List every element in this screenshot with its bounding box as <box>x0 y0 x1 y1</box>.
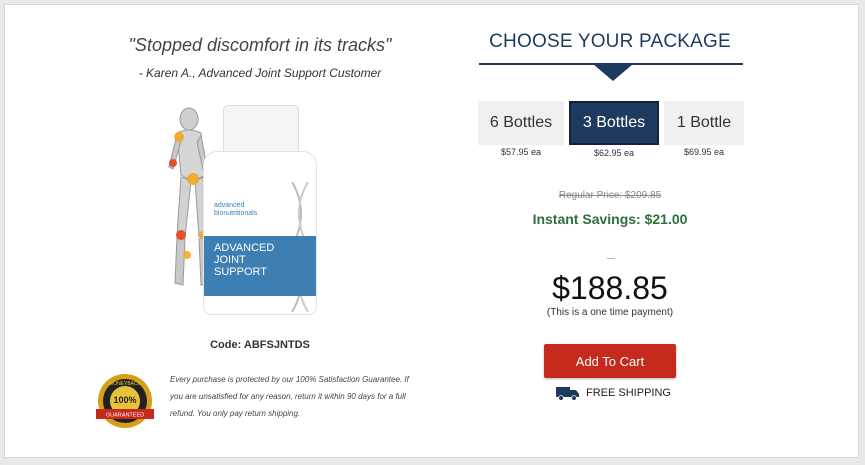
price-each-3: $62.95 ea <box>593 148 635 158</box>
product-bottle: advanced bionutritionals ADVANCED JOINT … <box>195 105 325 315</box>
divider <box>607 258 615 259</box>
package-title: CHOOSE YOUR PACKAGE <box>489 31 731 52</box>
add-to-cart-button[interactable]: Add To Cart <box>544 344 676 378</box>
instant-savings: Instant Savings: $21.00 <box>532 211 688 227</box>
title-arrow <box>593 64 633 81</box>
svg-text:MONEYBACK: MONEYBACK <box>109 381 142 387</box>
bottle-body: advanced bionutritionals ADVANCED JOINT … <box>203 151 317 315</box>
truck-icon <box>556 387 579 401</box>
package-option-3-bottles[interactable]: 3 Bottles <box>569 101 659 145</box>
bottle-brand: advanced bionutritionals <box>214 202 258 217</box>
svg-text:100%: 100% <box>113 395 136 405</box>
product-code: Code: ABFSJNTDS <box>210 339 310 351</box>
total-price: $188.85 <box>552 270 668 306</box>
package-option-6-bottles[interactable]: 6 Bottles <box>478 101 564 145</box>
regular-price: Regular Price: $209.85 <box>558 190 662 201</box>
svg-text:GUARANTEED: GUARANTEED <box>106 413 144 419</box>
price-each-6: $57.95 ea <box>500 147 542 157</box>
testimonial-author: - Karen A., Advanced Joint Support Custo… <box>138 66 382 80</box>
bottle-label: ADVANCED JOINT SUPPORT <box>204 236 316 296</box>
payment-note: (This is a one time payment) <box>546 307 674 318</box>
free-shipping: FREE SHIPPING <box>556 385 671 401</box>
testimonial-quote: "Stopped discomfort in its tracks" <box>128 35 392 55</box>
free-shipping-label: FREE SHIPPING <box>586 387 671 399</box>
guarantee-text: Every purchase is protected by our 100% … <box>170 375 409 418</box>
package-option-1-bottle[interactable]: 1 Bottle <box>664 101 744 145</box>
bottle-cap <box>223 105 299 155</box>
moneyback-badge: MONEYBACK 100% GUARANTEED <box>96 374 154 428</box>
product-card: "Stopped discomfort in its tracks" - Kar… <box>4 4 859 458</box>
price-each-1: $69.95 ea <box>683 147 725 157</box>
